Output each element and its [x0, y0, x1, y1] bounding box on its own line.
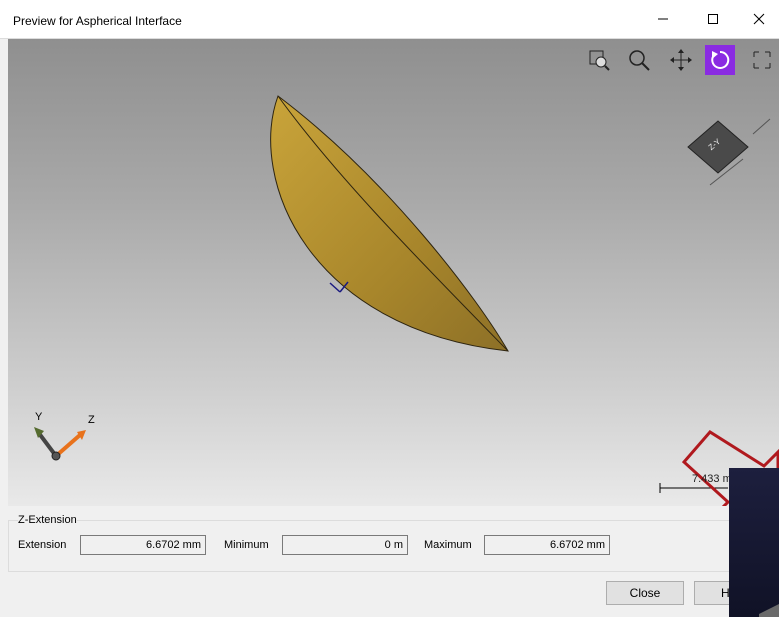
minimum-label: Minimum [224, 539, 269, 551]
pan-icon[interactable] [666, 45, 696, 75]
z-extension-group: Z-Extension Extension 6.6702 mm Minimum … [8, 512, 779, 572]
zoom-icon[interactable] [624, 45, 654, 75]
title-bar: Preview for Aspherical Interface [0, 0, 779, 39]
minimize-icon [658, 18, 668, 20]
window-title: Preview for Aspherical Interface [13, 14, 182, 28]
scale-label: 7.433 m [692, 473, 732, 485]
aspherical-lens [270, 95, 509, 352]
minimum-field[interactable]: 0 m [282, 535, 408, 555]
group-title: Z-Extension [18, 514, 77, 526]
fullscreen-icon[interactable] [747, 45, 777, 75]
scene-canvas [34, 95, 779, 506]
rotate-icon[interactable] [705, 45, 735, 75]
view-cube[interactable] [687, 118, 771, 186]
close-button[interactable]: Close [606, 581, 684, 605]
dark-overlay [729, 468, 779, 617]
minimize-button[interactable] [640, 0, 686, 38]
axis-y-label: Y [35, 411, 43, 423]
maximum-field[interactable]: 6.6702 mm [484, 535, 610, 555]
close-window-button[interactable] [736, 0, 779, 38]
extension-field[interactable]: 6.6702 mm [80, 535, 206, 555]
extension-label: Extension [18, 539, 67, 551]
close-icon [753, 13, 765, 25]
maximum-label: Maximum [424, 539, 472, 551]
zoom-to-fit-icon[interactable] [584, 45, 614, 75]
maximize-button[interactable] [690, 0, 736, 38]
maximize-icon [708, 14, 718, 24]
axis-triad [34, 427, 86, 461]
axis-z-label: Z [88, 414, 95, 426]
3d-viewport[interactable]: Y Z Z-Y 7.433 m [8, 39, 779, 506]
